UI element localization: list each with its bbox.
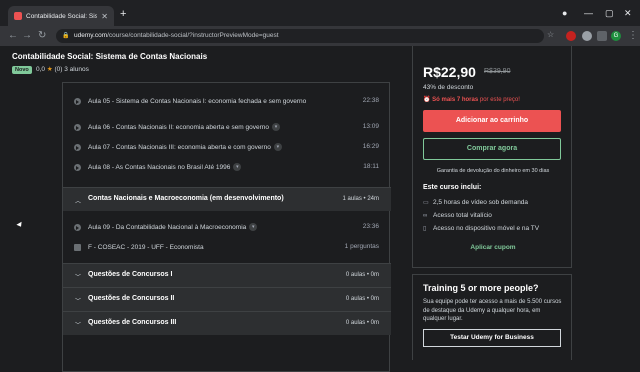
timer-suffix: por este preço! — [478, 97, 520, 103]
current-price: R$22,90 — [423, 64, 476, 80]
lecture-title: Aula 07 - Contas Nacionais III: economia… — [88, 144, 271, 151]
quiz-title: F - COSEAC - 2019 - UFF - Economista — [88, 244, 204, 251]
back-icon[interactable]: ← — [8, 30, 18, 41]
media-control-icon[interactable]: ● — [562, 8, 567, 18]
chevron-down-icon: ﹀ — [75, 299, 82, 305]
alarm-clock-icon: ⏰ — [423, 97, 431, 103]
reload-icon[interactable]: ↻ — [38, 30, 46, 41]
chevron-down-icon: ﹀ — [75, 275, 82, 281]
browser-menu-icon[interactable]: ⋮ — [628, 30, 638, 41]
section-info: 0 aulas • 0m — [345, 320, 379, 326]
quiz-icon — [74, 244, 81, 251]
section-header-concursos-3[interactable]: ﹀ Questões de Concursos III 0 aulas • 0m — [63, 311, 391, 335]
section-info: 1 aulas • 24m — [342, 196, 379, 202]
lecture-title: Aula 08 - As Contas Nacionais no Brasil … — [88, 164, 231, 171]
url-domain: udemy.com — [74, 32, 108, 39]
maximize-icon[interactable]: ▢ — [605, 8, 614, 19]
mobile-icon: ▯ — [423, 226, 427, 232]
star-icon: ★ — [46, 66, 53, 73]
chevron-down-icon[interactable]: ▾ — [272, 123, 281, 132]
lecture-duration: 18:11 — [363, 163, 379, 170]
play-circle-icon — [74, 144, 81, 151]
course-rating[interactable]: 0,0 ★ (0) 3 alunos — [36, 65, 89, 73]
udemy-favicon-icon — [14, 12, 22, 20]
tab-title: Contabilidade Social: Sistema de — [26, 12, 98, 20]
original-price: R$39,90 — [484, 68, 511, 75]
includes-title: Este curso inclui: — [423, 184, 482, 191]
close-window-icon[interactable]: ✕ — [624, 8, 632, 19]
review-count: (0) — [54, 66, 63, 73]
apply-coupon-link[interactable]: Aplicar cupom — [413, 244, 573, 251]
minimize-icon[interactable]: — — [584, 8, 593, 18]
forward-icon[interactable]: → — [22, 30, 32, 41]
try-business-button[interactable]: Testar Udemy for Business — [423, 329, 561, 347]
lecture-duration: 22:38 — [362, 97, 379, 104]
extension-red-icon[interactable] — [566, 31, 576, 41]
bookmark-star-icon[interactable]: ☆ — [547, 30, 554, 39]
chevron-down-icon[interactable]: ▾ — [249, 223, 258, 232]
section-title: Questões de Concursos III — [88, 319, 177, 326]
business-box: Training 5 or more people? Sua equipe po… — [412, 274, 572, 360]
browser-tabbar: Contabilidade Social: Sistema de ✕ + ● —… — [0, 0, 640, 26]
play-circle-icon — [74, 224, 81, 231]
add-to-cart-button[interactable]: Adicionar ao carrinho — [423, 110, 561, 132]
lecture-duration: 23:36 — [362, 223, 379, 230]
lock-icon: 🔒 — [62, 33, 70, 39]
include-text: 2,5 horas de vídeo sob demanda — [433, 199, 529, 206]
section-header-concursos-2[interactable]: ﹀ Questões de Concursos II 0 aulas • 0m — [63, 287, 391, 311]
lecture-title: Aula 09 - Da Contabilidade Nacional à Ma… — [88, 224, 247, 231]
purchase-sidebar: R$22,90 R$39,90 43% de desconto ⏰ Só mai… — [412, 46, 572, 360]
buy-now-button[interactable]: Comprar agora — [423, 138, 561, 160]
browser-toolbar: ← → ↻ 🔒 udemy.com/course/contabilidade-s… — [0, 26, 640, 46]
section-header-concursos-1[interactable]: ﹀ Questões de Concursos I 0 aulas • 0m — [63, 263, 391, 287]
play-circle-icon — [74, 98, 81, 105]
section-title: Questões de Concursos I — [88, 271, 173, 278]
new-tab-icon[interactable]: + — [120, 8, 126, 20]
offer-timer: ⏰ Só mais 7 horas por este preço! — [423, 96, 520, 103]
section-header-macroeconomia[interactable]: ︿ Contas Nacionais e Macroeconomia (em d… — [63, 187, 391, 211]
close-tab-icon[interactable]: ✕ — [101, 12, 108, 21]
quiz-questions: 1 perguntas — [344, 243, 379, 250]
price-box: R$22,90 R$39,90 43% de desconto ⏰ Só mai… — [412, 46, 572, 268]
student-count: 3 alunos — [64, 66, 89, 73]
url-path: /course/contabilidade-social/?instructor… — [107, 32, 279, 39]
include-text: Acesso total vitalício — [433, 212, 492, 219]
extension-gray-icon[interactable] — [582, 31, 592, 41]
play-circle-icon — [74, 124, 81, 131]
lecture-title: Aula 05 - Sistema de Contas Nacionais I:… — [88, 98, 307, 105]
lecture-duration: 13:09 — [362, 123, 379, 130]
discount-text: 43% de desconto — [423, 84, 474, 91]
chevron-down-icon: ﹀ — [75, 323, 82, 329]
business-title: Training 5 or more people? — [423, 283, 539, 293]
section-title: Questões de Concursos II — [88, 295, 175, 302]
chevron-down-icon[interactable]: ▾ — [233, 163, 242, 172]
course-curriculum: Aula 05 - Sistema de Contas Nacionais I:… — [62, 82, 391, 372]
course-page: Contabilidade Social: Sistema de Contas … — [0, 46, 640, 372]
play-circle-icon — [74, 164, 81, 171]
course-title: Contabilidade Social: Sistema de Contas … — [12, 52, 208, 61]
section-title: Contas Nacionais e Macroeconomia (em des… — [88, 195, 284, 202]
chevron-down-icon[interactable]: ▾ — [273, 143, 282, 152]
section-info: 0 aulas • 0m — [345, 296, 379, 302]
infinity-icon: ∞ — [423, 213, 428, 219]
rating-value: 0,0 — [36, 66, 46, 73]
lecture-title: Aula 06 - Contas Nacionais II: economia … — [88, 124, 270, 131]
include-item-access: ∞ Acesso total vitalício — [423, 212, 492, 219]
timer-hours: Só mais 7 horas — [432, 97, 479, 103]
browser-tab[interactable]: Contabilidade Social: Sistema de ✕ — [8, 6, 114, 26]
extensions-puzzle-icon[interactable] — [597, 31, 607, 41]
address-bar[interactable]: 🔒 udemy.com/course/contabilidade-social/… — [56, 29, 544, 43]
include-item-video: ▭ 2,5 horas de vídeo sob demanda — [423, 199, 528, 206]
include-text: Acesso no dispositivo móvel e na TV — [433, 225, 540, 232]
new-badge: Novo — [12, 66, 32, 74]
lecture-duration: 16:29 — [362, 143, 379, 150]
business-description: Sua equipe pode ter acesso a mais de 5.5… — [423, 299, 562, 322]
video-icon: ▭ — [423, 200, 429, 206]
include-item-mobile: ▯ Acesso no dispositivo móvel e na TV — [423, 225, 539, 232]
money-back-guarantee: Garantia de devolução do dinheiro em 30 … — [436, 168, 550, 174]
section-info: 0 aulas • 0m — [345, 272, 379, 278]
profile-avatar[interactable]: G — [611, 31, 621, 41]
mouse-cursor-icon — [16, 221, 24, 229]
chevron-up-icon: ︿ — [75, 199, 82, 205]
